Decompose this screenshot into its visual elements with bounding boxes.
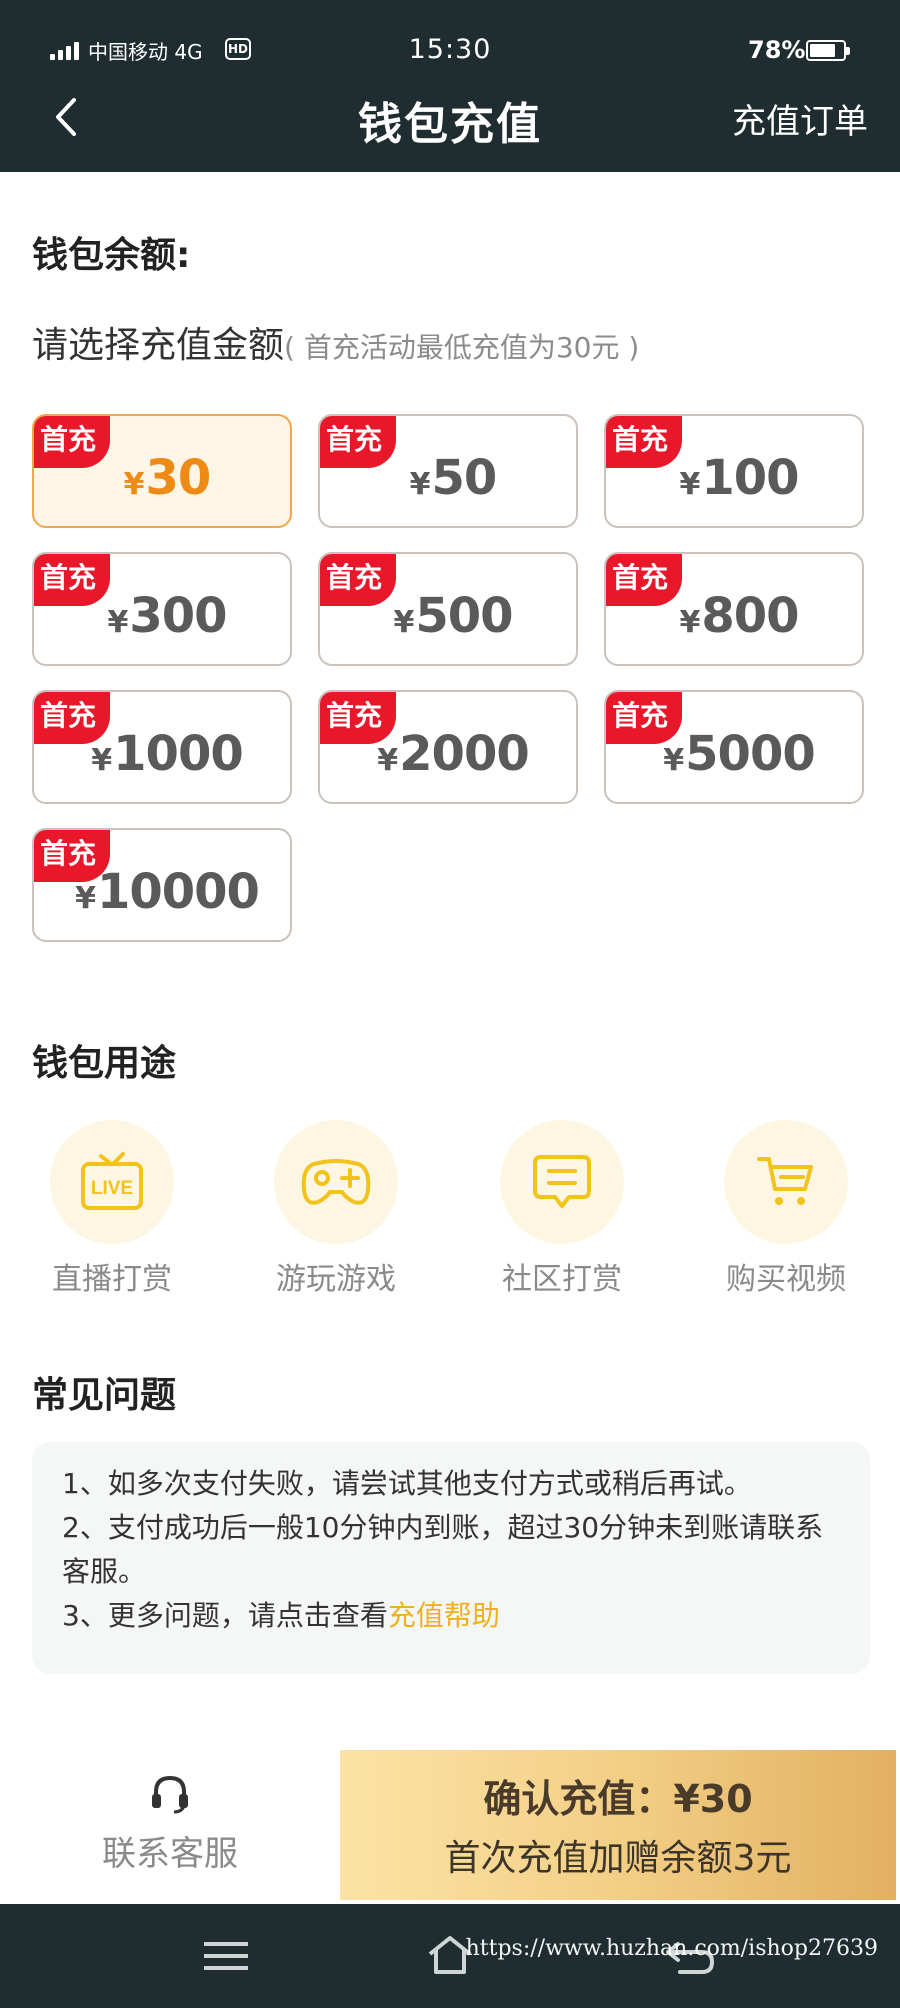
contact-support-button[interactable]: 联系客服 [80, 1772, 260, 1882]
status-bar: 中国移动 4G HD 15:30 78% [0, 0, 900, 100]
contact-support-label: 联系客服 [102, 1834, 238, 1874]
amount-number: 300 [129, 588, 227, 644]
chevron-left-icon [56, 98, 76, 136]
top-bar: 中国移动 4G HD 15:30 78% 钱包充值 充值订单 [0, 0, 900, 172]
amount-value: ¥300 [34, 588, 290, 644]
faq-title: 常见问题 [32, 1375, 177, 1416]
shopping-cart-icon [757, 1157, 813, 1205]
usage-label: 社区打赏 [502, 1262, 622, 1297]
amount-option[interactable]: 首充 ¥1000 [32, 690, 292, 804]
amount-value: ¥100 [606, 450, 862, 506]
watermark-text: https://www.huzhan.com/ishop27639 [465, 1936, 878, 1961]
faq-line-1: 1、如多次支付失败，请尝试其他支付方式或稍后再试。 [62, 1467, 752, 1500]
amount-option[interactable]: 首充 ¥800 [604, 552, 864, 666]
currency-symbol: ¥ [107, 605, 128, 640]
system-nav-bar: https://www.huzhan.com/ishop27639 [0, 1904, 900, 2008]
amount-number: 500 [415, 588, 513, 644]
currency-symbol: ¥ [679, 467, 700, 502]
amount-value: ¥500 [320, 588, 576, 644]
usage-item-play-games[interactable]: 游玩游戏 [256, 1120, 416, 1298]
amount-option[interactable]: 首充 ¥500 [318, 552, 578, 666]
currency-symbol: ¥ [679, 605, 700, 640]
amount-number: 1000 [113, 726, 244, 782]
amount-value: ¥50 [320, 450, 576, 506]
faq-line-3: 3、更多问题，请点击查看充值帮助 [62, 1594, 840, 1638]
amount-option[interactable]: 首充 ¥5000 [604, 690, 864, 804]
amount-value: ¥5000 [606, 726, 862, 782]
amount-number: 50 [431, 450, 498, 506]
select-amount-heading: 请选择充值金额 [32, 325, 285, 366]
amount-value: ¥30 [34, 450, 290, 506]
usage-icon-circle [274, 1120, 398, 1244]
amount-option[interactable]: 首充 ¥2000 [318, 690, 578, 804]
wallet-balance-label: 钱包余额: [32, 235, 191, 276]
wallet-usage-list: LIVE 直播打赏 游玩游戏 社区打赏 购买视频 [0, 1120, 900, 1297]
currency-symbol: ¥ [91, 743, 112, 778]
usage-icon-circle: LIVE [50, 1120, 174, 1244]
currency-symbol: ¥ [393, 605, 414, 640]
amount-option[interactable]: 首充 ¥10000 [32, 828, 292, 942]
usage-item-community-tip[interactable]: 社区打赏 [482, 1120, 642, 1298]
amount-grid: 首充 ¥30 首充 ¥50 首充 ¥100 首充 ¥300 首充 ¥500 首充 ¥800 首充 ¥100… [32, 414, 872, 942]
usage-icon-circle [724, 1120, 848, 1244]
nav-menu-button[interactable] [186, 1928, 266, 1984]
select-amount-title: 请选择充值金额( 首充活动最低充值为30元 ) [32, 316, 639, 368]
wallet-usage-title: 钱包用途 [32, 1043, 177, 1084]
currency-symbol: ¥ [409, 467, 431, 502]
back-button[interactable] [48, 92, 88, 142]
first-recharge-bonus: 首次充值加赠余额3元 [444, 1838, 792, 1879]
faq-line-2: 2、支付成功后一般10分钟内到账，超过30分钟未到账请联系 [62, 1511, 824, 1544]
confirm-recharge-button[interactable]: 确认充值：¥30 首次充值加赠余额3元 [340, 1750, 896, 1900]
currency-symbol: ¥ [377, 743, 398, 778]
usage-icon-circle [500, 1120, 624, 1244]
amount-number: 100 [701, 450, 799, 506]
amount-number: 800 [701, 588, 799, 644]
amount-value: ¥2000 [320, 726, 576, 782]
menu-icon [204, 1942, 248, 1970]
usage-item-live-tip[interactable]: LIVE 直播打赏 [32, 1120, 192, 1298]
amount-value: ¥10000 [34, 864, 290, 920]
faq-box: 1、如多次支付失败，请尝试其他支付方式或稍后再试。 2、支付成功后一般10分钟内… [32, 1442, 870, 1674]
amount-number: 30 [145, 450, 212, 506]
usage-item-buy-video[interactable]: 购买视频 [706, 1120, 866, 1298]
amount-option[interactable]: 首充 ¥300 [32, 552, 292, 666]
battery-percent: 78% [748, 36, 806, 64]
recharge-help-link[interactable]: 充值帮助 [388, 1599, 500, 1632]
faq-line-2-cont: 客服。 [62, 1555, 147, 1588]
faq-line-3-text: 3、更多问题，请点击查看 [62, 1599, 388, 1632]
recharge-orders-link[interactable]: 充值订单 [732, 94, 868, 143]
chat-bubble-icon [533, 1155, 591, 1208]
first-recharge-note: ( 首充活动最低充值为30元 ) [284, 331, 640, 364]
usage-label: 直播打赏 [52, 1262, 172, 1297]
usage-label: 游玩游戏 [276, 1262, 396, 1297]
battery-icon [806, 40, 850, 61]
currency-symbol: ¥ [663, 743, 684, 778]
usage-label: 购买视频 [726, 1262, 846, 1297]
amount-number: 10000 [96, 864, 260, 920]
headset-icon [152, 1775, 188, 1814]
confirm-recharge-amount: 确认充值：¥30 [483, 1777, 753, 1821]
amount-option[interactable]: 首充 ¥30 [32, 414, 292, 528]
amount-option[interactable]: 首充 ¥100 [604, 414, 864, 528]
amount-option[interactable]: 首充 ¥50 [318, 414, 578, 528]
amount-value: ¥1000 [34, 726, 290, 782]
svg-text:LIVE: LIVE [91, 1178, 133, 1199]
gamepad-icon [301, 1159, 371, 1205]
currency-symbol: ¥ [123, 467, 145, 502]
amount-number: 2000 [399, 726, 530, 782]
amount-value: ¥800 [606, 588, 862, 644]
amount-number: 5000 [685, 726, 816, 782]
currency-symbol: ¥ [75, 881, 96, 916]
live-tv-icon: LIVE [81, 1152, 143, 1210]
